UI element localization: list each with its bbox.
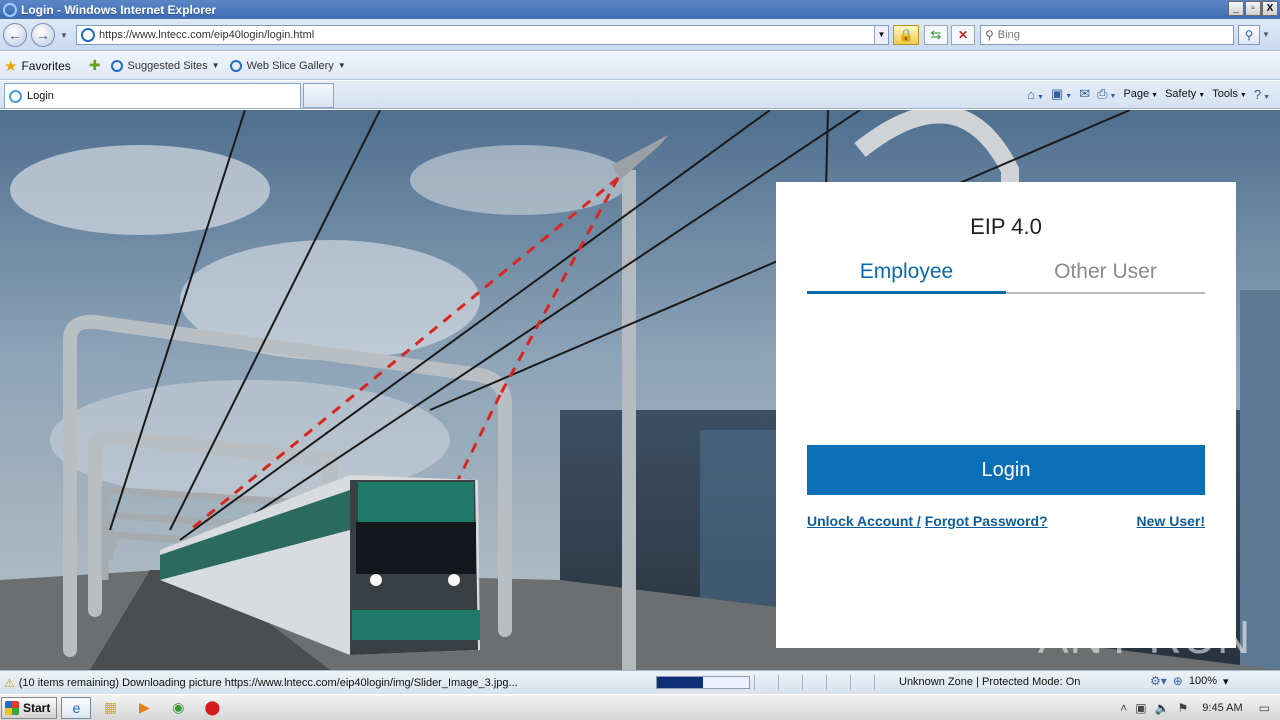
show-hidden-icons-icon[interactable]: ˄ [1120,701,1127,715]
print-icon[interactable]: ⎙ ▼ [1097,86,1116,102]
new-tab-button[interactable] [303,83,334,108]
zoom-control[interactable]: ⚙▾ ⊕ 100% ▾ [1150,674,1229,688]
chrome-taskbar-icon[interactable]: ◉ [163,697,193,719]
page-content: EIP 4.0 Employee Other User Login Unlock… [0,110,1280,670]
tab-label: Login [27,90,54,102]
chevron-down-icon: ▼ [337,61,346,70]
media-player-taskbar-icon[interactable]: ▶ [129,697,159,719]
back-button[interactable]: ← [3,23,27,47]
suggested-sites-label: Suggested Sites [127,59,208,72]
web-slice-gallery-label: Web Slice Gallery [246,59,334,72]
address-bar[interactable]: https://www.lntecc.com/eip40login/login.… [76,25,889,45]
restore-button[interactable]: ▫ [1245,1,1261,16]
favorites-bar: ★ Favorites ✚ Suggested Sites ▼ Web Slic… [0,52,1280,80]
page-menu[interactable]: Page ▼ [1123,88,1158,100]
address-url[interactable]: https://www.lntecc.com/eip40login/login.… [99,29,314,41]
tab-bar: Login ⌂ ▼ ▣ ▼ ✉ ⎙ ▼ Page ▼ Safety ▼ Tools ▼ ? ▼ [0,81,1280,109]
login-panel: EIP 4.0 Employee Other User Login Unlock… [776,182,1236,648]
address-dropdown[interactable]: ▼ [874,26,888,44]
explorer-taskbar-icon[interactable]: ▦ [95,697,125,719]
close-button[interactable]: X [1262,1,1278,16]
minimize-button[interactable]: _ [1228,1,1244,16]
ie-page-icon [110,59,123,72]
unlock-account-link[interactable]: Unlock Account / [807,513,921,529]
action-center-flag-icon[interactable]: ⚑ [1178,701,1189,715]
search-input[interactable] [997,29,1198,41]
ie-logo-icon [3,2,17,17]
search-icon: ⚲ [985,28,994,42]
security-zone[interactable]: Unknown Zone | Protected Mode: On [899,676,1080,688]
chevron-down-icon[interactable]: ▾ [1223,675,1229,688]
suggested-sites-link[interactable]: Suggested Sites ▼ [110,59,220,72]
feeds-icon[interactable]: ▣ ▼ [1051,86,1072,102]
search-options-dropdown[interactable]: ▼ [1262,30,1270,39]
status-bar: ⚠ (10 items remaining) Downloading pictu… [0,670,1280,694]
login-button[interactable]: Login [807,445,1205,495]
tab-login[interactable]: Login [4,83,301,108]
start-button[interactable]: Start [1,696,58,719]
zoom-icon: ⊕ [1172,674,1183,688]
refresh-button[interactable]: ⇆ [924,25,948,45]
ie-page-icon [229,59,242,72]
windows-logo-icon [5,700,19,715]
protected-mode-icon[interactable]: ⚙▾ [1150,674,1167,688]
help-icon[interactable]: ? ▼ [1254,87,1270,102]
app-title: EIP 4.0 [970,214,1042,239]
navigation-bar: ← → ▼ https://www.lntecc.com/eip40login/… [0,19,1280,51]
search-go-button[interactable]: ⚲ [1238,25,1260,45]
anyrun-watermark: ANY RUN [1038,611,1252,663]
show-desktop-icon[interactable]: ▭ [1259,701,1270,715]
favorites-button[interactable]: ★ Favorites [4,57,71,75]
loading-icon [9,89,22,103]
status-segments [754,675,898,690]
star-icon: ★ [4,57,18,75]
account-links: Unlock Account / Forgot Password? New Us… [807,513,1205,529]
stop-button[interactable]: ✕ [951,25,975,45]
favorites-label: Favorites [21,58,71,73]
ie-window: Login - Windows Internet Explorer _ ▫ X … [0,0,1280,720]
ie-taskbar-icon[interactable]: e [61,696,92,719]
forgot-password-link[interactable]: Forgot Password? [925,513,1048,529]
status-message: (10 items remaining) Downloading picture… [18,676,518,689]
download-progress [656,676,750,689]
safety-menu[interactable]: Safety ▼ [1165,88,1205,100]
add-favorite-icon[interactable]: ✚ [89,57,101,74]
system-tray: ˄ ▣ 🔈 ⚑ 9:45 AM ▭ [1120,695,1280,720]
warning-icon: ⚠ [4,675,15,690]
clock[interactable]: 9:45 AM [1202,702,1242,714]
title-bar: Login - Windows Internet Explorer _ ▫ X [0,0,1280,19]
volume-icon[interactable]: 🔈 [1155,701,1170,715]
tools-menu[interactable]: Tools ▼ [1212,88,1247,100]
mail-icon[interactable]: ✉ [1079,86,1090,102]
tab-other-user[interactable]: Other User [1006,258,1205,294]
chevron-down-icon: ▼ [211,61,220,70]
tab-employee[interactable]: Employee [807,258,1006,294]
home-icon[interactable]: ⌂ ▼ [1027,87,1044,102]
web-slice-gallery-link[interactable]: Web Slice Gallery ▼ [229,59,346,72]
forward-button[interactable]: → [31,23,55,47]
window-controls: _ ▫ X [1228,1,1278,16]
login-tabs: Employee Other User [807,258,1205,294]
window-title: Login - Windows Internet Explorer [21,2,217,17]
start-label: Start [23,700,51,715]
opera-taskbar-icon[interactable]: ⬤ [197,697,227,719]
new-user-link[interactable]: New User! [1137,513,1205,529]
command-bar: ⌂ ▼ ▣ ▼ ✉ ⎙ ▼ Page ▼ Safety ▼ Tools ▼ ? ▼ [1027,86,1270,102]
taskbar: Start e ▦ ▶ ◉ ⬤ ˄ ▣ 🔈 ⚑ 9:45 AM ▭ [0,694,1280,720]
network-icon[interactable]: ▣ [1135,701,1146,715]
page-icon [81,28,95,42]
security-lock-icon[interactable]: 🔒 [893,25,919,45]
recent-pages-dropdown[interactable]: ▼ [60,31,68,40]
zoom-level[interactable]: 100% [1189,675,1217,687]
search-box[interactable]: ⚲ [980,25,1234,45]
